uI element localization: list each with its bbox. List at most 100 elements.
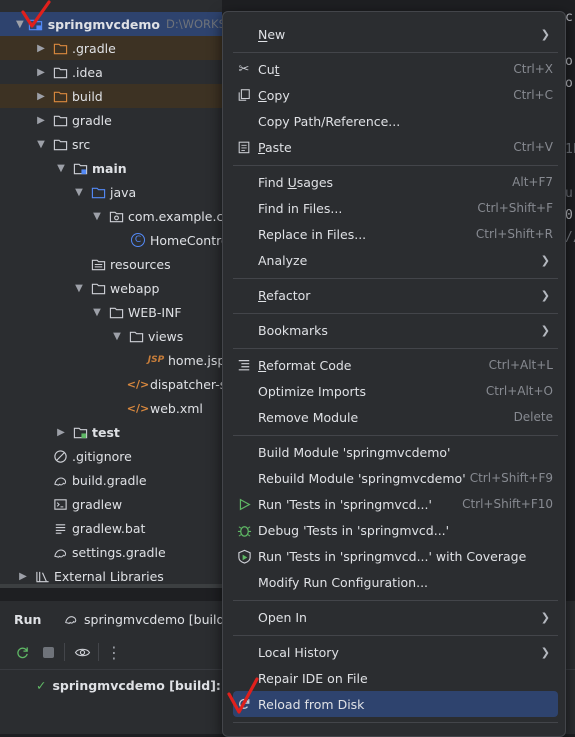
- menu-item-run-tests[interactable]: Run 'Tests in 'springmvcd...' Ctrl+Shift…: [233, 491, 558, 517]
- tree-item-label: gradle: [72, 112, 112, 128]
- tree-row-web-inf[interactable]: ▼ WEB-INF: [0, 300, 222, 324]
- menu-item-bookmarks[interactable]: Bookmarks ❯: [233, 317, 558, 343]
- tree-row-java[interactable]: ▼ java: [0, 180, 222, 204]
- coverage-icon: [236, 548, 252, 564]
- tree-row-idea[interactable]: ▶ .idea: [0, 60, 222, 84]
- chevron-right-icon[interactable]: ▶: [34, 115, 48, 126]
- red-checkmark-icon: [227, 677, 259, 714]
- tree-row-home-jsp[interactable]: JSP home.jsp: [0, 348, 222, 372]
- folder-excluded-icon: [52, 88, 68, 104]
- chevron-down-icon[interactable]: ▼: [90, 211, 104, 222]
- horizontal-scrollbar[interactable]: [0, 584, 222, 588]
- tab-springmvcdemo-build[interactable]: springmvcdemo [build]: [64, 607, 229, 631]
- tree-row-views[interactable]: ▼ views: [0, 324, 222, 348]
- tree-row-settings-gradle[interactable]: settings.gradle: [0, 540, 222, 564]
- chevron-down-icon[interactable]: ▼: [90, 307, 104, 318]
- menu-item-label: Copy Path/Reference...: [258, 113, 401, 129]
- menu-item-reload-from-disk[interactable]: Reload from Disk: [233, 691, 558, 717]
- menu-item-repair-ide[interactable]: Repair IDE on File: [233, 665, 558, 691]
- editor-fragment: u: [565, 186, 573, 201]
- chevron-right-icon[interactable]: ▶: [34, 43, 48, 54]
- tree-row-test[interactable]: ▶ test: [0, 420, 222, 444]
- chevron-right-icon: ❯: [540, 645, 550, 659]
- menu-item-remove-module[interactable]: Remove Module Delete: [233, 404, 558, 430]
- tree-row-gradle-hidden[interactable]: ▶ .gradle: [0, 36, 222, 60]
- tree-row-src[interactable]: ▼ src: [0, 132, 222, 156]
- paste-icon: [236, 139, 252, 155]
- chevron-down-icon[interactable]: ▼: [54, 163, 68, 174]
- menu-item-label: Run 'Tests in 'springmvcd...' with Cover…: [258, 548, 527, 564]
- menu-item-refactor[interactable]: Refactor ❯: [233, 282, 558, 308]
- tree-item-label: build.gradle: [72, 472, 147, 488]
- editor-fragment: //: [565, 230, 575, 245]
- folder-icon: [128, 328, 144, 344]
- gitignore-icon: [52, 448, 68, 464]
- menu-item-shortcut: Ctrl+Alt+L: [488, 358, 553, 372]
- menu-item-debug-tests[interactable]: Debug 'Tests in 'springmvcd...': [233, 517, 558, 543]
- menu-item-label: Reload from Disk: [258, 696, 365, 712]
- chevron-right-icon[interactable]: ▶: [54, 427, 68, 438]
- menu-item-cut[interactable]: ✂ Cut Ctrl+X: [233, 56, 558, 82]
- chevron-right-icon[interactable]: ▶: [34, 91, 48, 102]
- menu-item-shortcut: Ctrl+C: [513, 88, 553, 102]
- menu-item-find-in-files[interactable]: Find in Files... Ctrl+Shift+F: [233, 195, 558, 221]
- context-menu[interactable]: New ❯ ✂ Cut Ctrl+X Copy Ctrl+C Copy Path…: [222, 11, 566, 737]
- tree-row-build[interactable]: ▶ build: [0, 84, 222, 108]
- tree-item-label: .gitignore: [72, 448, 132, 464]
- chevron-right-icon[interactable]: ▶: [34, 67, 48, 78]
- tree-row-homecontroller[interactable]: C HomeContro: [0, 228, 222, 252]
- menu-item-rebuild-module[interactable]: Rebuild Module 'springmvcdemo' Ctrl+Shif…: [233, 465, 558, 491]
- menu-item-replace-in-files[interactable]: Replace in Files... Ctrl+Shift+R: [233, 221, 558, 247]
- menu-item-copy-path[interactable]: Copy Path/Reference...: [233, 108, 558, 134]
- chevron-right-icon: ❯: [540, 27, 550, 41]
- tree-row-web-xml[interactable]: </> web.xml: [0, 396, 222, 420]
- tree-row-gitignore[interactable]: .gitignore: [0, 444, 222, 468]
- menu-item-label: Analyze: [258, 252, 308, 268]
- tree-row-build-gradle[interactable]: build.gradle: [0, 468, 222, 492]
- menu-item-optimize-imports[interactable]: Optimize Imports Ctrl+Alt+O: [233, 378, 558, 404]
- menu-item-label: Debug 'Tests in 'springmvcd...': [258, 522, 450, 538]
- menu-item-label: Cut: [258, 61, 280, 77]
- project-path: D:\WORKSPA: [166, 17, 222, 31]
- tree-row-main[interactable]: ▼ main: [0, 156, 222, 180]
- rerun-icon[interactable]: [12, 641, 32, 663]
- project-tree[interactable]: ▼ springmvcdemo D:\WORKSPA ▶ .gradle ▶ .…: [0, 0, 222, 588]
- chevron-down-icon[interactable]: ▼: [72, 283, 86, 294]
- menu-item-run-with-coverage[interactable]: Run 'Tests in 'springmvcd...' with Cover…: [233, 543, 558, 569]
- menu-item-modify-run-config[interactable]: Modify Run Configuration...: [233, 569, 558, 595]
- eye-icon[interactable]: [72, 641, 92, 663]
- run-panel-title[interactable]: Run: [14, 607, 41, 631]
- chevron-down-icon[interactable]: ▼: [110, 331, 124, 342]
- more-options-icon[interactable]: ⋮: [104, 641, 124, 663]
- tree-row-gradlew-bat[interactable]: gradlew.bat: [0, 516, 222, 540]
- chevron-right-icon: ❯: [540, 610, 550, 624]
- menu-item-build-module[interactable]: Build Module 'springmvcdemo': [233, 439, 558, 465]
- menu-item-new[interactable]: New ❯: [233, 21, 558, 47]
- menu-item-open-in[interactable]: Open In ❯: [233, 604, 558, 630]
- menu-item-find-usages[interactable]: Find Usages Alt+F7: [233, 169, 558, 195]
- menu-separator: [233, 348, 558, 349]
- chevron-down-icon[interactable]: ▼: [34, 139, 48, 150]
- menu-item-label: Rebuild Module 'springmvcdemo': [258, 470, 466, 486]
- chevron-down-icon[interactable]: ▼: [72, 187, 86, 198]
- tree-row-gradle[interactable]: ▶ gradle: [0, 108, 222, 132]
- build-result-label: springmvcdemo [build]:: [52, 678, 221, 693]
- stop-icon[interactable]: [38, 641, 58, 663]
- tree-row-webapp[interactable]: ▼ webapp: [0, 276, 222, 300]
- menu-item-shortcut: Ctrl+Shift+F: [477, 201, 553, 215]
- menu-separator: [233, 278, 558, 279]
- menu-item-analyze[interactable]: Analyze ❯: [233, 247, 558, 273]
- tree-row-gradlew[interactable]: gradlew: [0, 492, 222, 516]
- editor-fragment: cr: [565, 10, 575, 25]
- menu-item-reformat-code[interactable]: Reformat Code Ctrl+Alt+L: [233, 352, 558, 378]
- tree-row-resources[interactable]: resources: [0, 252, 222, 276]
- tree-item-label: src: [72, 136, 91, 152]
- tree-row-dispatcher[interactable]: </> dispatcher-se: [0, 372, 222, 396]
- menu-item-paste[interactable]: Paste Ctrl+V: [233, 134, 558, 160]
- package-icon: [108, 208, 124, 224]
- menu-item-local-history[interactable]: Local History ❯: [233, 639, 558, 665]
- menu-item-copy[interactable]: Copy Ctrl+C: [233, 82, 558, 108]
- tree-row-package[interactable]: ▼ com.example.co: [0, 204, 222, 228]
- chevron-right-icon[interactable]: ▶: [16, 571, 30, 582]
- folder-icon: [52, 64, 68, 80]
